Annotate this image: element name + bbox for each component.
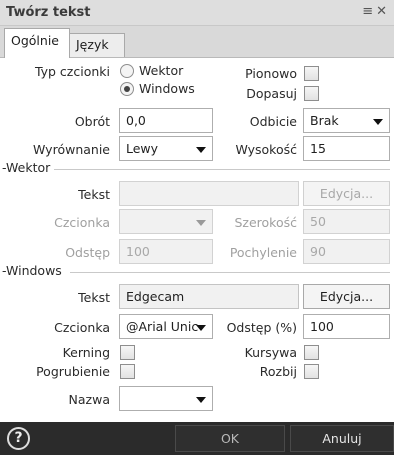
cancel-button[interactable]: Anuluj	[290, 425, 394, 452]
mirror-label: Odbicie	[249, 114, 297, 129]
name-select[interactable]	[119, 386, 213, 411]
vector-font-select[interactable]	[119, 209, 213, 234]
windows-spacing-label: Odstęp (%)	[226, 320, 297, 335]
chevron-down-icon	[196, 325, 206, 331]
chevron-down-icon	[196, 397, 206, 403]
chevron-down-icon	[196, 220, 206, 226]
name-label: Nazwa	[68, 392, 110, 407]
explode-label: Rozbij	[259, 364, 297, 379]
title-bar: Twórz tekst ≡✕	[0, 0, 394, 26]
rotation-field[interactable]: 0,0	[119, 108, 213, 133]
explode-checkbox[interactable]	[304, 364, 319, 379]
windows-section-label: -Windows	[2, 263, 62, 278]
windows-text-label: Tekst	[78, 290, 110, 305]
kerning-label: Kerning	[62, 345, 110, 360]
radio-windows-label: Windows	[139, 81, 195, 96]
height-field[interactable]: 15	[303, 136, 390, 161]
tab-language-label: Język	[76, 37, 109, 52]
close-icon[interactable]: ✕	[376, 4, 390, 19]
align-select[interactable]: Lewy	[119, 136, 213, 161]
tab-language[interactable]: Język	[69, 33, 125, 58]
pin-icon[interactable]: ≡	[362, 4, 376, 19]
help-icon[interactable]: ?	[7, 427, 30, 450]
radio-vector[interactable]	[120, 64, 134, 78]
fit-checkbox[interactable]	[304, 86, 319, 101]
dialog-footer: ? OK Anuluj	[0, 422, 394, 455]
windows-font-value: @Arial Unic	[126, 319, 199, 334]
bold-label: Pogrubienie	[36, 364, 110, 379]
mirror-select-value: Brak	[310, 113, 339, 128]
windows-spacing-field[interactable]: 100	[303, 314, 390, 339]
radio-vector-label: Wektor	[139, 63, 184, 78]
height-label: Wysokość	[235, 142, 297, 157]
vector-spacing-field[interactable]: 100	[119, 239, 213, 264]
align-label: Wyrównanie	[33, 142, 110, 157]
font-type-label: Typ czcionki	[34, 64, 110, 79]
vector-font-label: Czcionka	[54, 215, 110, 230]
windows-font-select[interactable]: @Arial Unic	[119, 314, 213, 339]
italic-checkbox[interactable]	[304, 345, 319, 360]
windows-text-field[interactable]: Edgecam	[119, 284, 299, 309]
align-select-value: Lewy	[126, 141, 159, 156]
vector-slant-field[interactable]: 90	[303, 239, 390, 264]
vector-section-divider	[54, 169, 390, 170]
windows-font-label: Czcionka	[54, 320, 110, 335]
window-title: Twórz tekst	[6, 5, 91, 20]
fit-label: Dopasuj	[246, 86, 297, 101]
italic-label: Kursywa	[244, 345, 297, 360]
vector-spacing-label: Odstęp	[65, 245, 110, 260]
vector-edit-button[interactable]: Edycja...	[303, 181, 390, 206]
chevron-down-icon	[373, 119, 383, 125]
windows-section-divider	[70, 272, 390, 273]
radio-windows[interactable]	[120, 82, 134, 96]
chevron-down-icon	[196, 147, 206, 153]
vertical-checkbox[interactable]	[304, 66, 319, 81]
vector-text-field[interactable]	[119, 181, 299, 206]
vector-width-field[interactable]: 50	[303, 209, 390, 234]
mirror-select[interactable]: Brak	[303, 108, 390, 133]
windows-section-text: Windows	[6, 263, 62, 278]
tab-general[interactable]: Ogólnie	[4, 28, 70, 58]
ok-button[interactable]: OK	[175, 425, 285, 452]
rotation-label: Obrót	[74, 114, 110, 129]
vector-section-text: Wektor	[6, 160, 51, 175]
window-controls: ≡✕	[362, 4, 390, 19]
kerning-checkbox[interactable]	[120, 345, 135, 360]
bold-checkbox[interactable]	[120, 364, 135, 379]
tab-general-label: Ogólnie	[11, 33, 59, 48]
vector-width-label: Szerokość	[234, 215, 297, 230]
vertical-label: Pionowo	[245, 66, 297, 81]
vector-slant-label: Pochylenie	[229, 245, 297, 260]
vector-section-label: -Wektor	[2, 160, 51, 175]
windows-edit-button[interactable]: Edycja...	[303, 284, 390, 309]
vector-text-label: Tekst	[78, 187, 110, 202]
